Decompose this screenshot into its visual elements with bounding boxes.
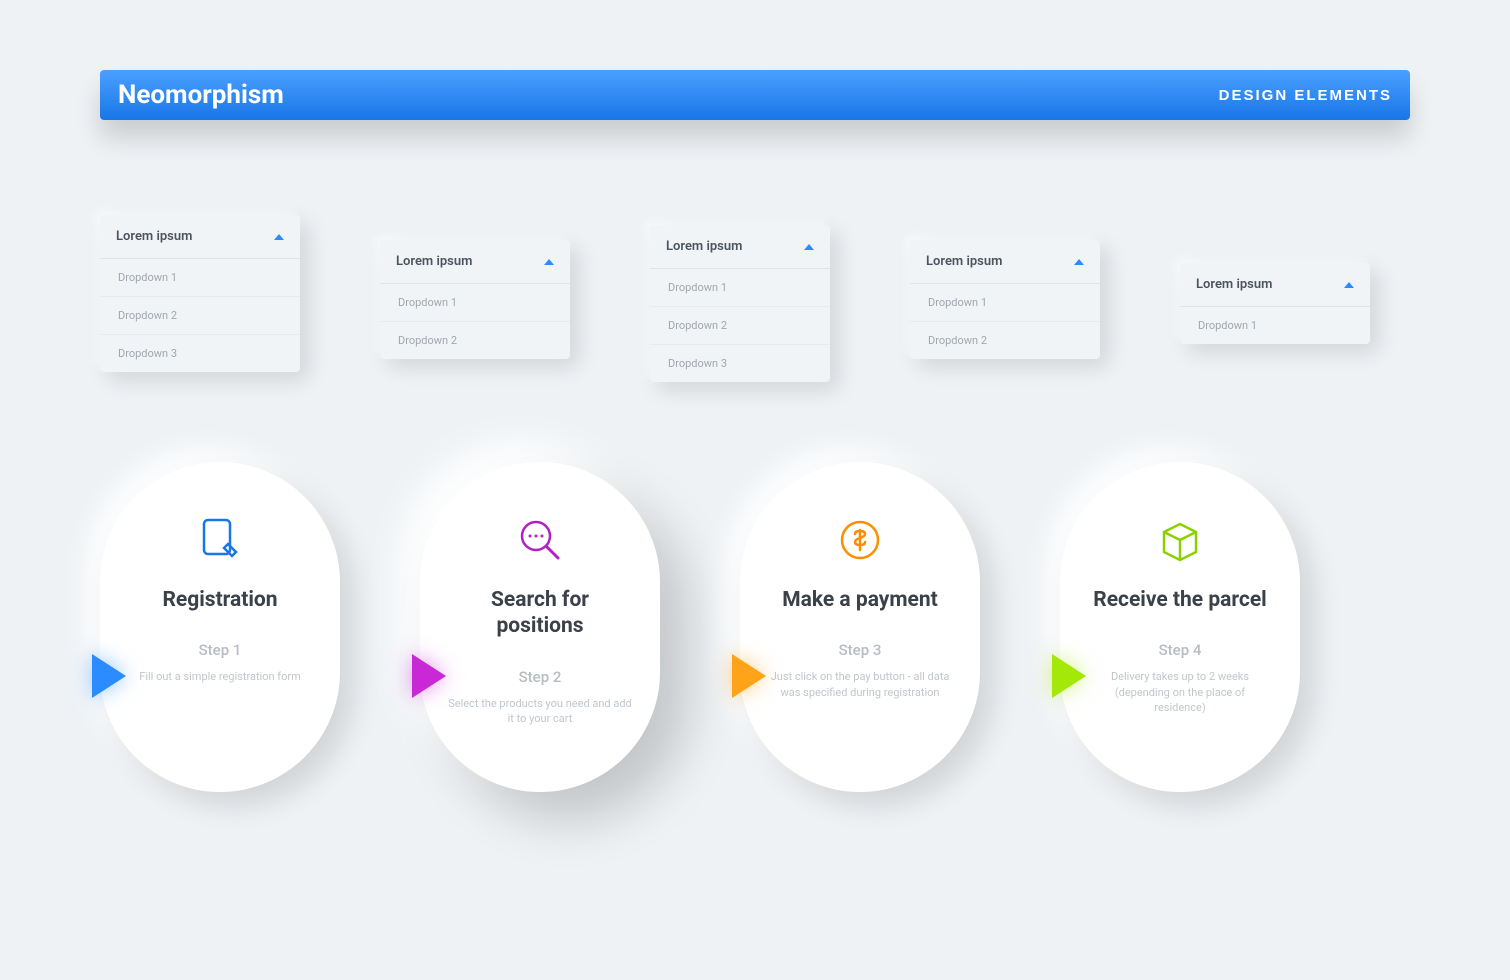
- dropdown-3[interactable]: Lorem ipsum Dropdown 1 Dropdown 2 Dropdo…: [650, 225, 830, 382]
- form-edit-icon: [194, 512, 246, 567]
- step-desc: Select the products you need and add it …: [448, 696, 632, 727]
- step-card-search: Search for positions Step 2 Select the p…: [420, 462, 660, 792]
- dropdown-header[interactable]: Lorem ipsum: [650, 225, 830, 269]
- step-label: Step 4: [1159, 641, 1202, 659]
- step-title: Registration: [162, 587, 277, 613]
- dropdown-item[interactable]: Dropdown 1: [380, 284, 570, 322]
- dropdown-header[interactable]: Lorem ipsum: [380, 240, 570, 284]
- chevron-up-icon: [274, 234, 284, 240]
- dropdown-item[interactable]: Dropdown 3: [100, 335, 300, 372]
- dropdown-header[interactable]: Lorem ipsum: [100, 215, 300, 259]
- box-icon: [1154, 512, 1206, 567]
- chevron-up-icon: [1074, 259, 1084, 265]
- dropdown-label: Lorem ipsum: [666, 239, 742, 254]
- step-desc: Fill out a simple registration form: [139, 669, 301, 684]
- play-icon[interactable]: [92, 654, 126, 698]
- dropdown-header[interactable]: Lorem ipsum: [910, 240, 1100, 284]
- dropdown-label: Lorem ipsum: [396, 254, 472, 269]
- dropdown-2[interactable]: Lorem ipsum Dropdown 1 Dropdown 2: [380, 240, 570, 359]
- chevron-up-icon: [544, 259, 554, 265]
- play-icon[interactable]: [1052, 654, 1086, 698]
- dropdown-5[interactable]: Lorem ipsum Dropdown 1: [1180, 263, 1370, 344]
- step-title: Search for positions: [448, 587, 632, 640]
- dropdown-item[interactable]: Dropdown 3: [650, 345, 830, 382]
- dropdown-4[interactable]: Lorem ipsum Dropdown 1 Dropdown 2: [910, 240, 1100, 359]
- chevron-up-icon: [1344, 282, 1354, 288]
- dropdown-item[interactable]: Dropdown 1: [650, 269, 830, 307]
- dollar-coin-icon: [834, 512, 886, 567]
- dropdown-item[interactable]: Dropdown 2: [380, 322, 570, 359]
- dropdowns-row: Lorem ipsum Dropdown 1 Dropdown 2 Dropdo…: [100, 215, 1410, 382]
- dropdown-header[interactable]: Lorem ipsum: [1180, 263, 1370, 307]
- step-label: Step 3: [839, 641, 882, 659]
- steps-row: Registration Step 1 Fill out a simple re…: [100, 462, 1410, 792]
- dropdown-1[interactable]: Lorem ipsum Dropdown 1 Dropdown 2 Dropdo…: [100, 215, 300, 372]
- play-icon[interactable]: [412, 654, 446, 698]
- dropdown-label: Lorem ipsum: [1196, 277, 1272, 292]
- play-icon[interactable]: [732, 654, 766, 698]
- header-title: Neomorphism: [118, 80, 284, 110]
- search-icon: [514, 512, 566, 567]
- step-desc: Just click on the pay button - all data …: [768, 669, 952, 700]
- chevron-up-icon: [804, 244, 814, 250]
- dropdown-item[interactable]: Dropdown 1: [910, 284, 1100, 322]
- dropdown-item[interactable]: Dropdown 1: [100, 259, 300, 297]
- step-card-registration: Registration Step 1 Fill out a simple re…: [100, 462, 340, 792]
- dropdown-item[interactable]: Dropdown 2: [100, 297, 300, 335]
- header-bar: Neomorphism Design Elements: [100, 70, 1410, 120]
- step-title: Receive the parcel: [1093, 587, 1267, 613]
- dropdown-label: Lorem ipsum: [926, 254, 1002, 269]
- step-label: Step 2: [519, 668, 562, 686]
- header-subtitle: Design Elements: [1219, 87, 1392, 104]
- dropdown-item[interactable]: Dropdown 2: [650, 307, 830, 345]
- step-card-payment: Make a payment Step 3 Just click on the …: [740, 462, 980, 792]
- step-label: Step 1: [199, 641, 242, 659]
- dropdown-item[interactable]: Dropdown 2: [910, 322, 1100, 359]
- step-title: Make a payment: [782, 587, 938, 613]
- dropdown-label: Lorem ipsum: [116, 229, 192, 244]
- dropdown-item[interactable]: Dropdown 1: [1180, 307, 1370, 344]
- step-card-parcel: Receive the parcel Step 4 Delivery takes…: [1060, 462, 1300, 792]
- step-desc: Delivery takes up to 2 weeks (depending …: [1088, 669, 1272, 715]
